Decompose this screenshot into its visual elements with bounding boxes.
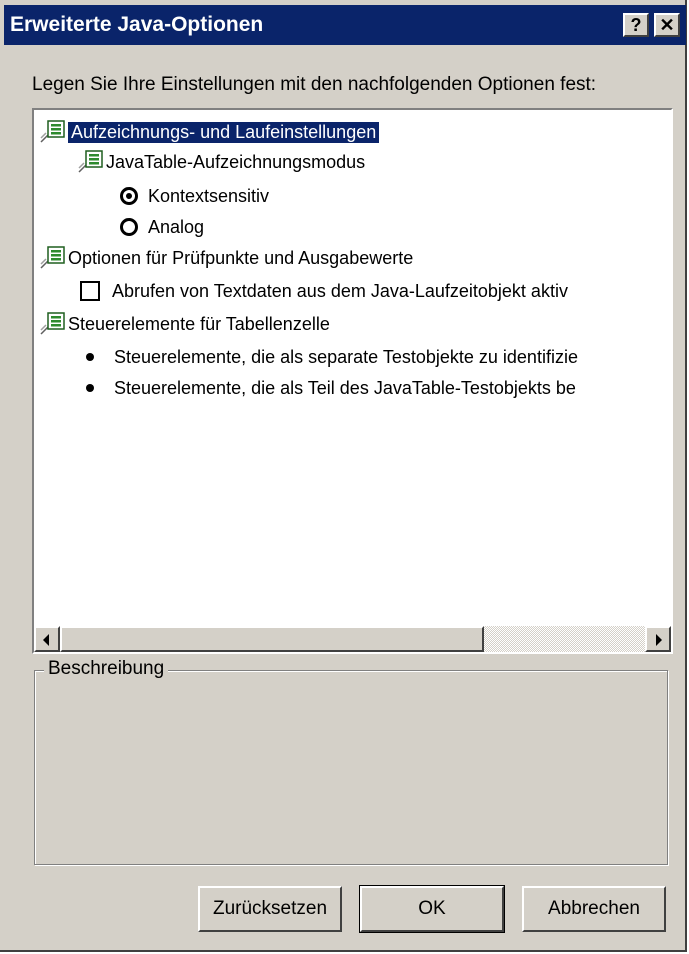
- options-node-icon: [40, 120, 65, 143]
- instruction-text: Legen Sie Ihre Einstellungen mit den nac…: [32, 74, 597, 95]
- description-legend: Beschreibung: [44, 658, 169, 680]
- checkbox-label: Abrufen von Textdaten aus dem Java-Laufz…: [112, 280, 568, 301]
- bullet-icon: [86, 353, 94, 361]
- horizontal-scrollbar[interactable]: [34, 626, 671, 652]
- tree-node-javatable-mode[interactable]: JavaTable-Aufzeichnungsmodus: [76, 148, 365, 176]
- radio-button[interactable]: [120, 218, 138, 236]
- cancel-button[interactable]: Abbrechen: [522, 886, 666, 932]
- tree-node-checkpoints[interactable]: Optionen für Prüfpunkte und Ausgabewerte: [38, 244, 413, 272]
- radio-button-checked[interactable]: [120, 187, 138, 205]
- window-title: Erweiterte Java-Optionen: [10, 13, 264, 36]
- scroll-right-button[interactable]: [645, 626, 671, 652]
- java-options-dialog: Erweiterte Java-Optionen ? ✕ Legen Sie I…: [0, 0, 687, 952]
- tree-node-table-cell[interactable]: Steuerelemente für Tabellenzelle: [38, 310, 330, 338]
- scrollbar-thumb[interactable]: [60, 626, 484, 652]
- tree-node-label[interactable]: Aufzeichnungs- und Laufeinstellungen: [68, 121, 380, 143]
- description-box: [34, 670, 668, 865]
- reset-button[interactable]: Zurücksetzen: [198, 886, 342, 932]
- tree-node-recording[interactable]: Aufzeichnungs- und Laufeinstellungen: [38, 118, 380, 146]
- ok-button[interactable]: OK: [359, 885, 505, 933]
- checkbox[interactable]: [80, 281, 100, 301]
- tree-node-label: Optionen für Prüfpunkte und Ausgabewerte: [68, 247, 414, 268]
- tree-node-label: Steuerelemente für Tabellenzelle: [68, 313, 330, 334]
- list-item[interactable]: Steuerelemente, die als separate Testobj…: [86, 343, 578, 371]
- chevron-right-icon: [656, 634, 662, 646]
- radio-label: Analog: [148, 216, 205, 237]
- list-item[interactable]: Steuerelemente, die als Teil des JavaTab…: [86, 374, 576, 402]
- chevron-left-icon: [43, 634, 49, 646]
- close-icon[interactable]: ✕: [654, 13, 680, 37]
- options-node-icon: [40, 246, 65, 269]
- title-bar[interactable]: Erweiterte Java-Optionen ? ✕: [4, 5, 686, 45]
- list-item-label: Steuerelemente, die als Teil des JavaTab…: [114, 377, 576, 398]
- list-item-label: Steuerelemente, die als separate Testobj…: [114, 346, 578, 367]
- radio-label: Kontextsensitiv: [148, 185, 270, 206]
- options-node-icon: [40, 312, 65, 335]
- scroll-left-button[interactable]: [34, 626, 60, 652]
- radio-kontextsensitiv[interactable]: Kontextsensitiv: [120, 182, 269, 210]
- bullet-icon: [86, 384, 94, 392]
- options-node-icon: [78, 150, 103, 173]
- options-tree[interactable]: Aufzeichnungs- und Laufeinstellungen Jav…: [32, 108, 673, 654]
- radio-analog[interactable]: Analog: [120, 213, 204, 241]
- checkbox-text-data[interactable]: Abrufen von Textdaten aus dem Java-Laufz…: [80, 277, 568, 305]
- help-icon[interactable]: ?: [623, 13, 649, 37]
- tree-node-label: JavaTable-Aufzeichnungsmodus: [106, 151, 366, 172]
